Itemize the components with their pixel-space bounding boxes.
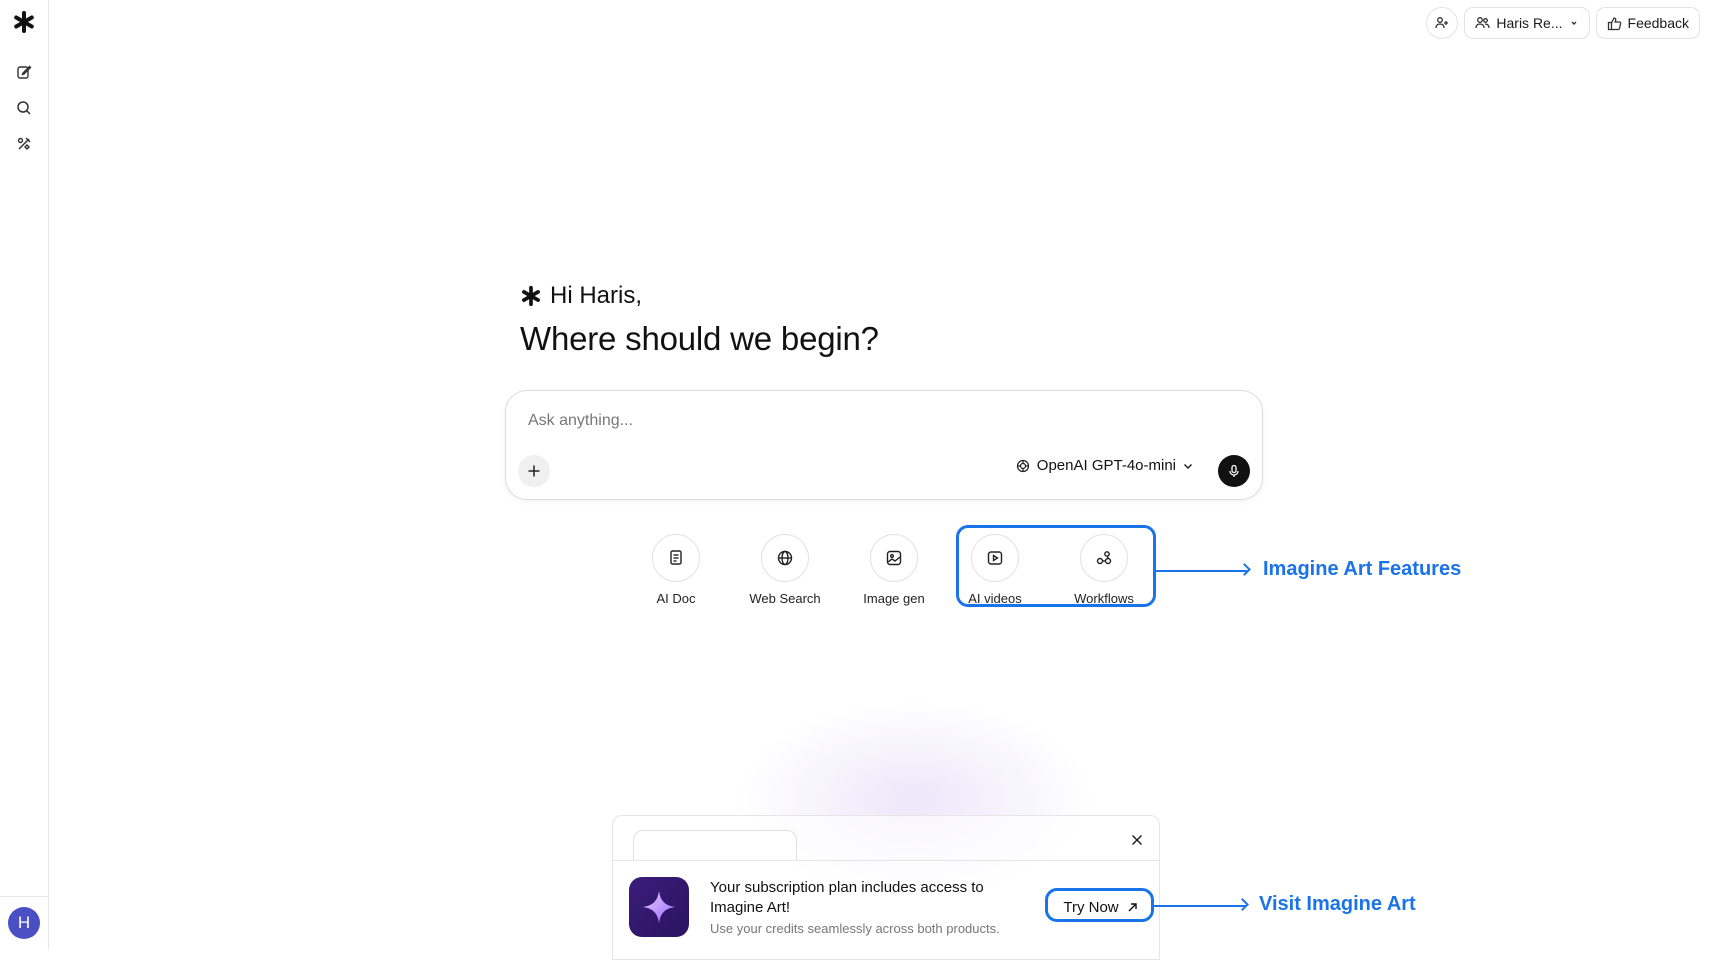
promo-divider (613, 860, 1159, 861)
try-now-label: Try Now (1063, 898, 1119, 916)
imagine-art-app-icon (629, 877, 689, 937)
feature-image-gen[interactable]: Image gen (839, 534, 949, 606)
microphone-icon (1229, 464, 1239, 477)
annotation-arrow (1154, 905, 1246, 907)
sidebar-divider (0, 896, 48, 897)
imagine-art-features-highlight (956, 525, 1156, 607)
image-icon (886, 550, 902, 566)
logo-icon (522, 285, 540, 307)
feature-label: AI Doc (656, 591, 696, 606)
avatar-initial: H (17, 913, 31, 932)
users-icon (1475, 17, 1491, 29)
sidebar: H (0, 0, 49, 950)
promo-card: Your subscription plan includes access t… (612, 815, 1160, 960)
mic-button[interactable] (1218, 455, 1250, 487)
promo-subtitle: Use your credits seamlessly across both … (710, 921, 1000, 936)
greeting: Hi Haris, Where should we begin? (520, 282, 879, 358)
composer: OpenAI GPT-4o-mini (505, 390, 1263, 500)
feedback-label: Feedback (1627, 15, 1689, 31)
globe-icon (777, 550, 793, 566)
tools-icon (17, 137, 31, 150)
feature-label: Image gen (863, 591, 925, 606)
feature-ai-doc[interactable]: AI Doc (621, 534, 731, 606)
chevron-down-icon (1571, 21, 1577, 25)
promo-tab (633, 830, 797, 861)
prompt-input[interactable] (526, 411, 1230, 431)
close-icon (1131, 834, 1143, 846)
doc-icon (670, 550, 682, 565)
visit-imagine-art-annotation: Visit Imagine Art (1259, 893, 1416, 915)
feature-web-search[interactable]: Web Search (730, 534, 840, 606)
account-selector[interactable]: Haris Re... (1464, 7, 1590, 39)
search-button[interactable] (12, 96, 36, 120)
try-now-button[interactable]: Try Now (1049, 892, 1152, 922)
external-arrow-icon (1128, 902, 1137, 911)
page-title: Where should we begin? (520, 320, 879, 357)
attach-button[interactable] (518, 455, 550, 487)
top-bar: Haris Re... Feedback (1426, 7, 1700, 39)
tools-button[interactable] (12, 132, 36, 156)
feedback-button[interactable]: Feedback (1595, 7, 1700, 39)
share-people-icon (1435, 17, 1449, 29)
account-label: Haris Re... (1496, 15, 1563, 31)
close-button[interactable] (1127, 830, 1147, 850)
avatar[interactable]: H (8, 907, 40, 939)
greeting-hello: Hi Haris, (550, 282, 643, 309)
chevron-down-icon (1183, 463, 1193, 469)
model-label: OpenAI GPT-4o-mini (1036, 457, 1176, 474)
annotation-arrow (1156, 570, 1248, 572)
openai-icon (1016, 459, 1029, 472)
search-icon (17, 101, 31, 115)
share-button[interactable] (1426, 7, 1459, 39)
edit-icon (17, 65, 32, 79)
feature-label: Web Search (749, 591, 821, 606)
imagine-art-features-annotation: Imagine Art Features (1263, 558, 1462, 580)
plus-icon (528, 465, 540, 477)
thumbs-up-icon (1607, 16, 1621, 30)
model-selector[interactable]: OpenAI GPT-4o-mini (1015, 457, 1194, 474)
new-chat-button[interactable] (12, 60, 36, 84)
logo-icon[interactable] (12, 10, 36, 34)
promo-title: Your subscription plan includes access t… (710, 879, 984, 916)
